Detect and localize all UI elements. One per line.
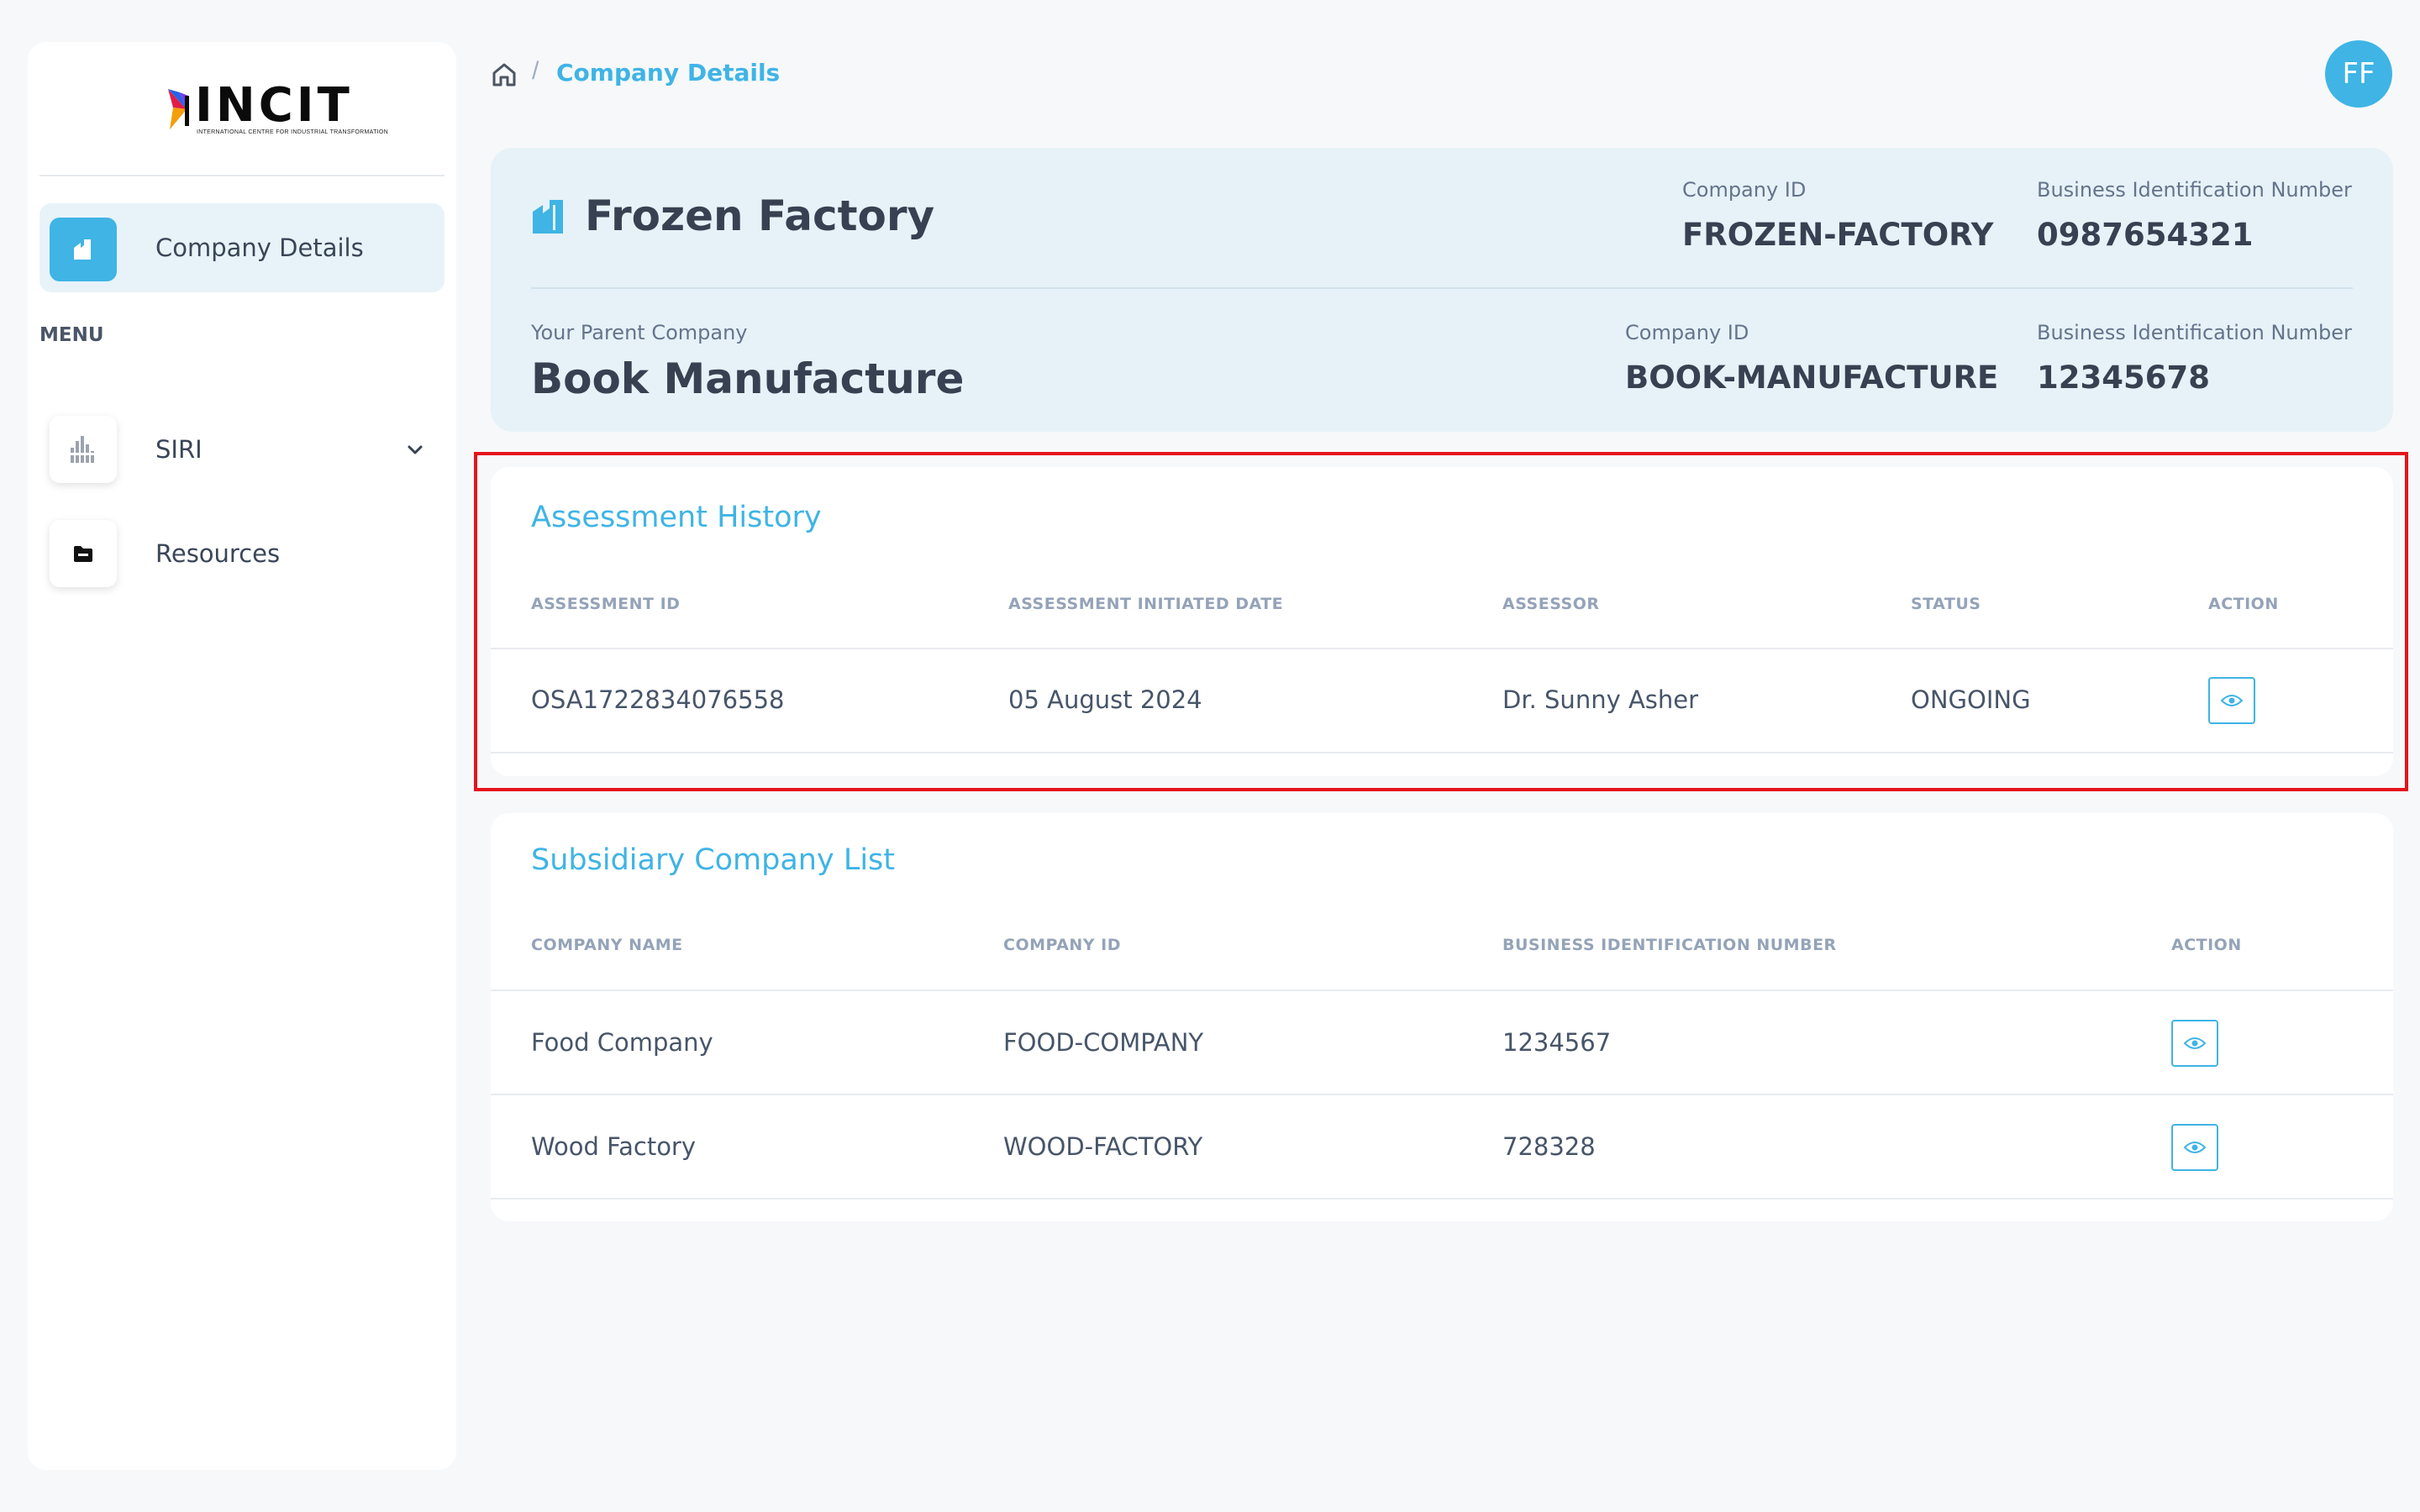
subsidiary-id-cell: WOOD-FACTORY [1003, 1132, 1203, 1161]
sidebar-item-label: Resources [155, 539, 281, 568]
column-header-action: ACTION [2171, 936, 2242, 954]
subsidiary-bin-cell: 728328 [1502, 1132, 1596, 1161]
logo-tagline: INTERNATIONAL CENTRE FOR INDUSTRIAL TRAN… [197, 129, 388, 135]
column-header-company-name: COMPANY NAME [531, 936, 683, 954]
parent-company-bin-label: Business Identification Number [2037, 321, 2352, 344]
company-bin-label: Business Identification Number [2037, 178, 2352, 202]
parent-company-label: Your Parent Company [531, 321, 748, 344]
company-id-value: FROZEN-FACTORY [1682, 217, 1994, 253]
logo-area: INCIT INTERNATIONAL CENTRE FOR INDUSTRIA… [39, 42, 445, 176]
chart-icon [50, 416, 117, 483]
company-name: Frozen Factory [585, 192, 935, 240]
table-row-divider [491, 1094, 2393, 1095]
subsidiary-company-panel: Subsidiary Company List COMPANY NAME COM… [491, 813, 2393, 1221]
table-row-divider [491, 1198, 2393, 1200]
eye-icon [2184, 1142, 2206, 1153]
subsidiary-list-title: Subsidiary Company List [531, 843, 896, 877]
sidebar-item-label: Company Details [155, 234, 364, 262]
sidebar-item-siri[interactable]: SIRI [39, 412, 445, 487]
column-header-company-id: COMPANY ID [1003, 936, 1122, 954]
page: INCIT INTERNATIONAL CENTRE FOR INDUSTRIA… [0, 0, 2420, 1512]
parent-company-name: Book Manufacture [531, 354, 965, 403]
avatar[interactable]: FF [2325, 40, 2392, 108]
incit-logo[interactable]: INCIT INTERNATIONAL CENTRE FOR INDUSTRIA… [161, 76, 388, 143]
folder-icon [50, 520, 117, 587]
subsidiary-name-cell: Food Company [531, 1028, 713, 1057]
view-subsidiary-button[interactable] [2171, 1020, 2218, 1067]
view-subsidiary-button[interactable] [2171, 1124, 2218, 1171]
sidebar-item-resources[interactable]: Resources [39, 516, 445, 591]
company-card: Frozen Factory Company ID FROZEN-FACTORY… [491, 148, 2393, 432]
eye-icon [2184, 1037, 2206, 1049]
breadcrumb-separator: / [532, 57, 539, 85]
sidebar-item-label: SIRI [155, 435, 203, 464]
subsidiary-id-cell: FOOD-COMPANY [1003, 1028, 1204, 1057]
company-id-label: Company ID [1682, 178, 1807, 202]
company-bin-value: 0987654321 [2037, 217, 2254, 253]
building-icon [533, 200, 563, 234]
subsidiary-name-cell: Wood Factory [531, 1132, 697, 1161]
parent-company-id-value: BOOK-MANUFACTURE [1625, 360, 1999, 396]
parent-company-id-label: Company ID [1625, 321, 1749, 344]
card-divider [531, 287, 2353, 289]
highlight-box [474, 452, 2408, 791]
sidebar-item-company-details[interactable]: Company Details [39, 203, 445, 292]
breadcrumb-current[interactable]: Company Details [556, 59, 780, 87]
home-icon[interactable] [490, 60, 518, 89]
subsidiary-bin-cell: 1234567 [1502, 1028, 1612, 1057]
table-header-divider [491, 990, 2393, 991]
company-icon [50, 218, 117, 281]
parent-company-bin-value: 12345678 [2037, 360, 2210, 396]
logo-text: INCIT [195, 78, 353, 133]
menu-heading: MENU [39, 324, 104, 346]
chevron-down-icon[interactable] [402, 437, 428, 462]
sidebar: INCIT INTERNATIONAL CENTRE FOR INDUSTRIA… [28, 42, 456, 1470]
column-header-bin: BUSINESS IDENTIFICATION NUMBER [1502, 936, 1837, 954]
